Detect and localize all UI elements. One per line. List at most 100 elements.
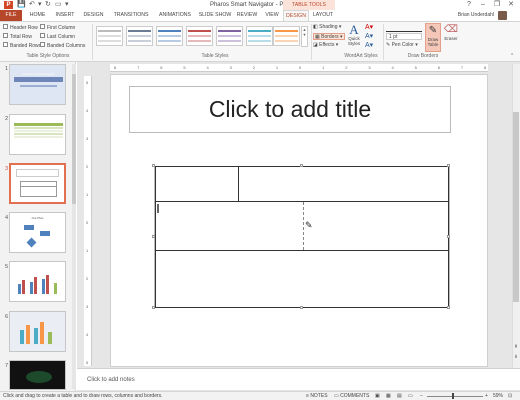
borders-button[interactable]: ▦ Borders ▾ (313, 33, 345, 40)
zoom-slider-thumb[interactable] (452, 393, 454, 399)
eraser-button[interactable]: ⌫ Eraser (443, 23, 459, 52)
effects-button[interactable]: ◪ Effects ▾ (313, 42, 338, 49)
last-column-checkbox[interactable]: Last Column (40, 33, 75, 41)
tab-home[interactable]: HOME (26, 10, 49, 21)
notes-toggle-button[interactable]: ≡ NOTES (306, 393, 328, 400)
table-border-left[interactable] (155, 166, 156, 308)
quick-styles-button[interactable]: A Quick Styles (346, 23, 362, 46)
resize-handle[interactable] (300, 164, 303, 167)
gallery-more-button[interactable]: ▲ ▼ (301, 26, 308, 47)
tab-review[interactable]: REVIEW (234, 10, 260, 21)
table-style-swatch[interactable] (96, 26, 123, 46)
table-style-swatch[interactable] (246, 26, 273, 46)
title-placeholder-box[interactable]: Click to add title (129, 86, 451, 133)
pen-color-button[interactable]: ✎ Pen Color ▾ (386, 42, 418, 49)
slide-sorter-icon[interactable]: ▦ (386, 393, 391, 400)
text-effects-icon[interactable]: A▾ (365, 42, 373, 49)
resize-handle[interactable] (447, 235, 450, 238)
checkbox-icon[interactable] (40, 33, 45, 39)
slide-thumbnail-4[interactable]: Our Plan (9, 212, 66, 253)
avatar[interactable] (498, 11, 507, 20)
zoom-level[interactable]: 59% (493, 393, 503, 400)
draw-table-button[interactable]: ✎ Draw Table (425, 23, 441, 52)
tab-animations[interactable]: ANIMATIONS (154, 10, 196, 21)
table-row-line[interactable] (155, 250, 449, 251)
slideshow-view-icon[interactable]: ▭ (408, 393, 413, 400)
resize-handle[interactable] (447, 306, 450, 309)
ruler-number: 2 (86, 276, 89, 281)
editing-area-scroll-thumb[interactable] (513, 112, 519, 302)
text-outline-icon[interactable]: A▾ (365, 33, 373, 40)
ruler-number: 4 (86, 108, 89, 113)
table-style-swatch[interactable] (126, 26, 153, 46)
swatch-band (128, 35, 151, 37)
total-row-checkbox[interactable]: Total Row (3, 33, 32, 41)
banded-columns-checkbox[interactable]: Banded Columns (40, 42, 85, 50)
first-column-checkbox[interactable]: First Column (40, 24, 75, 32)
slide-thumbnail-6[interactable] (9, 311, 66, 352)
shading-button[interactable]: ◧ Shading ▾ (313, 24, 341, 31)
close-button[interactable]: ✕ (504, 0, 518, 10)
pen-style-dropdown[interactable] (386, 25, 422, 32)
banded-rows-checkbox[interactable]: Banded Rows (3, 42, 41, 50)
table-style-swatch[interactable] (216, 26, 243, 46)
next-slide-icon[interactable]: ⇟ (512, 354, 520, 360)
notes-pane[interactable]: Click to add notes (77, 368, 520, 390)
pen-icon: ✎ (386, 42, 391, 48)
checkbox-icon[interactable] (3, 42, 8, 48)
table-row-line[interactable] (155, 201, 449, 202)
notes-placeholder[interactable]: Click to add notes (87, 377, 135, 383)
zoom-out-icon[interactable]: − (420, 393, 423, 400)
checkbox-icon[interactable] (3, 24, 8, 30)
tab-transitions[interactable]: TRANSITIONS (110, 10, 152, 21)
user-name[interactable]: Brian Underdahl (458, 12, 494, 18)
checkbox-icon[interactable] (40, 24, 45, 30)
zoom-in-icon[interactable]: + (485, 393, 488, 400)
tab-file[interactable]: FILE (0, 10, 22, 21)
table-frame[interactable] (154, 166, 450, 308)
ruler-number: 1 (322, 65, 325, 70)
pen-weight-dropdown[interactable]: 1 pt (386, 33, 422, 40)
table-style-swatch[interactable] (273, 26, 300, 46)
slide-thumbnail-1[interactable]: Pharos Smart Navigator (9, 64, 66, 105)
reading-view-icon[interactable]: ▤ (397, 393, 402, 400)
notes-toggle-label: NOTES (310, 393, 328, 399)
title-placeholder-text[interactable]: Click to add title (130, 87, 450, 132)
tab-table-layout[interactable]: LAYOUT (310, 10, 336, 21)
slide-thumbnail-7[interactable] (9, 360, 66, 390)
thumb-table-row (14, 133, 63, 135)
restore-button[interactable]: ❐ (490, 0, 504, 10)
zoom-slider[interactable] (427, 396, 483, 397)
slide-thumbnail-2[interactable] (9, 114, 66, 155)
text-fill-icon[interactable]: A▾ (365, 24, 373, 31)
comments-toggle-button[interactable]: ▭ COMMENTS (334, 393, 369, 400)
swatch-band (218, 30, 241, 32)
tab-table-design[interactable]: DESIGN (283, 10, 309, 21)
checkbox-icon[interactable] (40, 42, 45, 48)
eraser-icon: ⌫ (443, 24, 459, 35)
chevron-down-icon[interactable]: ▼ (303, 32, 307, 37)
fit-to-window-icon[interactable]: ⊡ (508, 393, 512, 400)
table-column-line[interactable] (238, 166, 239, 201)
tab-slide-show[interactable]: SLIDE SHOW (198, 10, 232, 21)
resize-handle[interactable] (447, 164, 450, 167)
minimize-button[interactable]: – (476, 0, 490, 10)
slide-thumbnail-3[interactable] (9, 163, 66, 204)
tab-view[interactable]: VIEW (262, 10, 282, 21)
resize-handle[interactable] (152, 164, 155, 167)
normal-view-icon[interactable]: ▣ (375, 393, 380, 400)
slide-thumbnail-5[interactable] (9, 261, 66, 302)
checkbox-icon[interactable] (3, 33, 8, 39)
tab-insert[interactable]: INSERT (52, 10, 78, 21)
help-button[interactable]: ? (462, 0, 476, 10)
resize-handle[interactable] (152, 235, 155, 238)
table-style-swatch[interactable] (186, 26, 213, 46)
thumbnail-pane-scroll-thumb[interactable] (72, 74, 76, 204)
previous-slide-icon[interactable]: ⇞ (512, 344, 520, 350)
header-row-checkbox[interactable]: Header Row (3, 24, 38, 32)
tab-design[interactable]: DESIGN (80, 10, 107, 21)
resize-handle[interactable] (300, 306, 303, 309)
resize-handle[interactable] (152, 306, 155, 309)
table-style-swatch[interactable] (156, 26, 183, 46)
collapse-ribbon-icon[interactable]: ⌃ (510, 53, 514, 60)
